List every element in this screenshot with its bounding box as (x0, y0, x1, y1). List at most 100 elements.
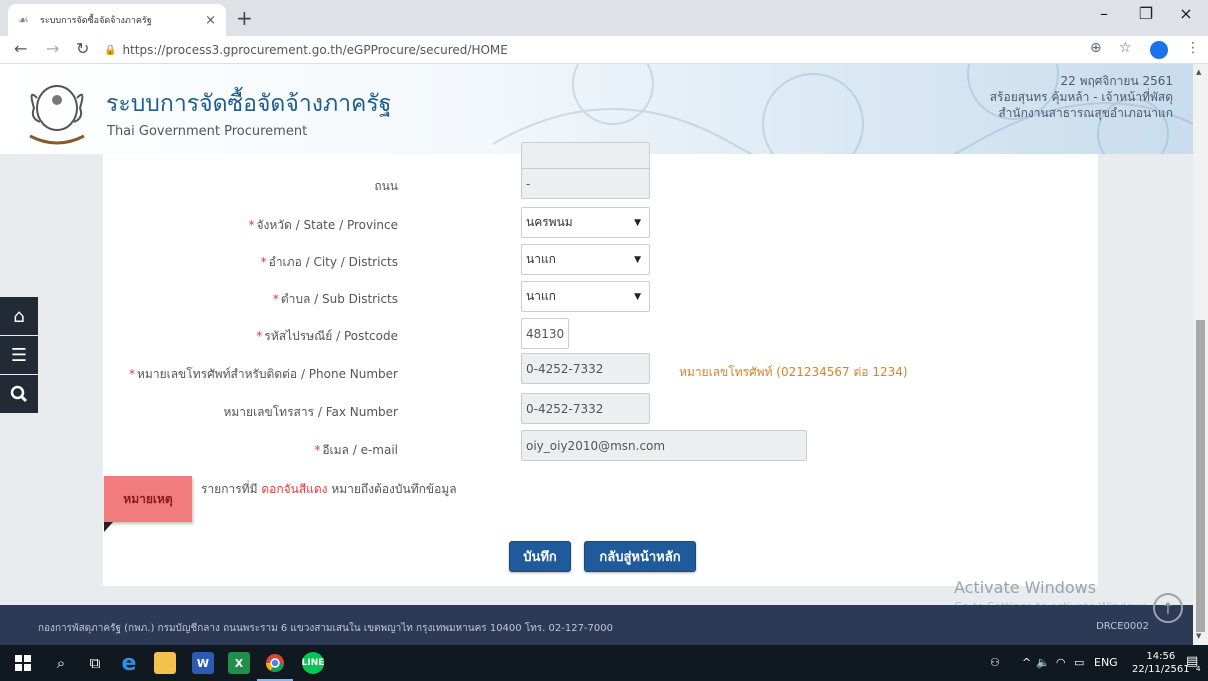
system-title: ระบบการจัดซื้อจัดจ้างภาครัฐ (106, 91, 392, 117)
note-text-red: ดอกจันสีแดง (261, 482, 328, 496)
street-input[interactable]: - (521, 168, 650, 199)
postcode-label: * รหัสไปรษณีย์ / Postcode (256, 327, 398, 346)
main-content: ถนน - * จังหวัด / State / Province นครพนม… (0, 142, 1193, 613)
note-text-after: หมายถึงต้องบันทึกข้อมูล (327, 482, 457, 496)
phone-label: * หมายเลขโทรศัพท์สำหรับติดต่อ / Phone Num… (129, 365, 398, 384)
line-app-icon[interactable]: LINE (302, 652, 324, 674)
dropdown-caret-icon: ▼ (634, 291, 641, 302)
window-restore-button[interactable]: ❐ (1126, 4, 1166, 23)
email-label: * อีเมล / e-mail (314, 441, 398, 460)
dropdown-caret-icon: ▼ (634, 254, 641, 265)
site-favicon-icon: ☙ (18, 13, 29, 27)
office-name: สำนักงานสาธารณสุขอำเภอนาแก (998, 106, 1173, 120)
page-header: ระบบการจัดซื้อจัดจ้างภาครัฐ Thai Governm… (0, 64, 1193, 154)
province-label-text: จังหวัด / State / Province (256, 218, 399, 232)
fax-input[interactable]: 0-4252-7332 (521, 393, 650, 424)
page-footer: กองการพัสดุภาครัฐ (กพภ.) กรมบัญชีกลาง ถน… (0, 605, 1193, 645)
volume-icon[interactable]: 🔈 (1036, 656, 1050, 669)
window-close-button[interactable]: × (1166, 4, 1206, 23)
forward-arrow-icon[interactable]: → (46, 39, 59, 58)
edge-browser-icon[interactable]: e (118, 651, 140, 676)
new-tab-button[interactable]: + (236, 6, 253, 30)
clock-time: 14:56 (1146, 651, 1176, 662)
note-text-before: รายการที่มี (201, 482, 262, 496)
required-mark: * (260, 255, 267, 269)
file-explorer-icon[interactable] (154, 652, 176, 674)
fax-label: หมายเลขโทรสาร / Fax Number (223, 405, 398, 419)
window-minimize-button[interactable]: – (1084, 4, 1124, 23)
user-info: 22 พฤศจิกายน 2561 สร้อยสุนทร คุ้มหล้า - … (990, 73, 1173, 121)
url-text: https://process3.gprocurement.go.th/eGPP… (122, 43, 508, 57)
profile-avatar-icon[interactable] (1150, 41, 1168, 59)
subdistrict-label: * ตำบล / Sub Districts (273, 290, 398, 309)
scroll-to-top-icon[interactable]: ↑ (1153, 593, 1183, 623)
province-select[interactable]: นครพนม ▼ (521, 207, 650, 238)
postcode-label-text: รหัสไปรษณีย์ / Postcode (264, 329, 398, 343)
tab-title: ระบบการจัดซื้อจัดจ้างภาครัฐ (40, 16, 152, 26)
province-label: * จังหวัด / State / Province (249, 216, 399, 235)
activate-windows-title: Activate Windows (954, 578, 1097, 597)
windows-taskbar: ⌕ ⧉ e W X LINE ⚇ ^ 🔈 ◠ ▭ ENG 14:56 22/11… (0, 645, 1208, 681)
chrome-icon[interactable] (264, 652, 286, 674)
subdistrict-label-text: ตำบล / Sub Districts (280, 292, 398, 306)
browser-tabstrip: ☙ ระบบการจัดซื้อจัดจ้างภาครัฐ × + – ❐ × (0, 0, 1208, 36)
home-icon[interactable]: ⌂ (0, 297, 38, 335)
scroll-up-arrow-icon[interactable]: ▲ (1196, 68, 1201, 76)
note-text: รายการที่มี ดอกจันสีแดง หมายถึงต้องบันทึ… (201, 480, 457, 499)
show-hidden-icons-icon[interactable]: ^ (1022, 656, 1031, 669)
required-mark: * (272, 292, 279, 306)
district-label-text: อำเภอ / City / Districts (268, 255, 398, 269)
page-scrollbar[interactable]: ▲ ▼ (1193, 64, 1208, 645)
hamburger-menu-icon[interactable]: ☰ (0, 336, 38, 374)
browser-tab[interactable]: ☙ ระบบการจัดซื้อจัดจ้างภาครัฐ × (8, 4, 226, 36)
search-icon[interactable] (0, 375, 38, 413)
people-icon[interactable]: ⚇ (990, 656, 1000, 669)
scrollbar-thumb[interactable] (1196, 320, 1205, 632)
wifi-icon[interactable]: ◠ (1056, 656, 1066, 669)
current-date: 22 พฤศจิกายน 2561 (1060, 74, 1174, 88)
system-subtitle: Thai Government Procurement (107, 124, 308, 139)
windows-start-icon[interactable] (12, 652, 34, 674)
zoom-icon[interactable]: ⊕ (1090, 40, 1102, 56)
word-icon[interactable]: W (192, 652, 214, 674)
subdistrict-select-value: นาแก (526, 289, 556, 303)
scroll-down-arrow-icon[interactable]: ▼ (1196, 632, 1201, 640)
postcode-input[interactable]: 48130 (521, 318, 569, 349)
district-label: * อำเภอ / City / Districts (261, 253, 398, 272)
phone-hint: หมายเลขโทรศัพท์ (021234567 ต่อ 1234) (679, 365, 908, 379)
bookmark-star-icon[interactable]: ☆ (1119, 40, 1132, 56)
province-select-value: นครพนม (526, 215, 573, 229)
notification-count: 4 (1196, 665, 1201, 673)
browser-menu-icon[interactable]: ⋮ (1186, 40, 1200, 56)
browser-toolbar: ← → ↻ 🔒 https://process3.gprocurement.go… (0, 36, 1208, 64)
dropdown-caret-icon: ▼ (634, 217, 641, 228)
note-tag: หมายเหตุ (104, 476, 192, 532)
battery-icon[interactable]: ▭ (1074, 656, 1084, 669)
reload-icon[interactable]: ↻ (76, 39, 89, 58)
system-clock[interactable]: 14:56 22/11/2561 (1132, 650, 1190, 676)
street-label: ถนน (374, 179, 398, 193)
save-button[interactable]: บันทึก (509, 541, 571, 572)
excel-icon[interactable]: X (228, 652, 250, 674)
district-select[interactable]: นาแก ▼ (521, 244, 650, 275)
required-mark: * (129, 367, 136, 381)
task-view-icon[interactable]: ⧉ (84, 652, 106, 674)
back-home-button[interactable]: กลับสู่หน้าหลัก (584, 541, 696, 572)
address-bar[interactable]: 🔒 https://process3.gprocurement.go.th/eG… (104, 39, 1104, 61)
email-label-text: อีเมล / e-mail (322, 443, 398, 457)
language-indicator[interactable]: ENG (1094, 656, 1118, 669)
tab-close-icon[interactable]: × (205, 13, 216, 28)
email-input[interactable]: oiy_oiy2010@msn.com (521, 430, 807, 461)
back-arrow-icon[interactable]: ← (14, 39, 27, 58)
form-card: ถนน - * จังหวัด / State / Province นครพนม… (103, 142, 1098, 586)
required-mark: * (248, 218, 255, 232)
phone-input[interactable]: 0-4252-7332 (521, 353, 650, 384)
garuda-logo-icon (29, 85, 85, 145)
side-menu: ⌂ ☰ (0, 297, 46, 414)
lock-icon: 🔒 (104, 44, 117, 56)
footer-address: กองการพัสดุภาครัฐ (กพภ.) กรมบัญชีกลาง ถน… (38, 623, 613, 634)
search-taskbar-icon[interactable]: ⌕ (50, 652, 72, 674)
subdistrict-select[interactable]: นาแก ▼ (521, 281, 650, 312)
user-name: สร้อยสุนทร คุ้มหล้า - เจ้าหน้าที่พัสดุ (989, 90, 1173, 104)
required-mark: * (314, 443, 321, 457)
